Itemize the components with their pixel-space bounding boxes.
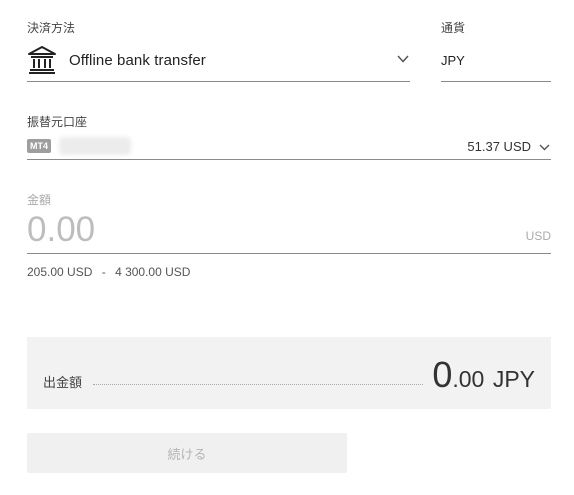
amount-label: 金額	[27, 193, 52, 207]
currency-label: 通貨	[441, 21, 466, 35]
amount-unit: USD	[525, 229, 551, 243]
source-account-select[interactable]: MT4 51.37 USD	[27, 134, 551, 158]
summary-value-dec: .00	[452, 366, 485, 392]
payment-method-underline	[27, 81, 410, 82]
withdrawal-summary: 出金額 0.00 JPY	[27, 337, 551, 409]
dotted-leader	[93, 384, 423, 385]
account-balance: 51.37 USD	[467, 139, 531, 154]
currency-underline	[441, 81, 551, 82]
amount-input[interactable]	[27, 210, 497, 250]
range-min: 205.00 USD	[27, 265, 93, 279]
amount-range: 205.00 USD - 4 300.00 USD	[27, 265, 190, 279]
platform-badge: MT4	[27, 139, 51, 153]
summary-value-int: 0	[432, 354, 453, 395]
chevron-down-icon	[397, 55, 409, 63]
payment-method-value: Offline bank transfer	[69, 51, 206, 69]
summary-label: 出金額	[43, 375, 83, 390]
amount-underline	[27, 253, 551, 254]
payment-method-label: 決済方法	[27, 21, 76, 35]
bank-icon	[28, 46, 56, 74]
currency-value[interactable]: JPY	[441, 53, 465, 68]
payment-method-select[interactable]: Offline bank transfer	[27, 42, 410, 78]
continue-button[interactable]: 続ける	[27, 433, 347, 473]
account-name-redacted	[59, 137, 131, 155]
range-separator: -	[101, 265, 106, 279]
summary-value: 0.00 JPY	[432, 354, 535, 396]
range-max: 4 300.00 USD	[115, 265, 191, 279]
summary-currency: JPY	[492, 366, 535, 392]
chevron-down-icon	[539, 144, 550, 151]
source-account-underline	[27, 159, 551, 160]
source-account-label: 振替元口座	[27, 115, 88, 129]
